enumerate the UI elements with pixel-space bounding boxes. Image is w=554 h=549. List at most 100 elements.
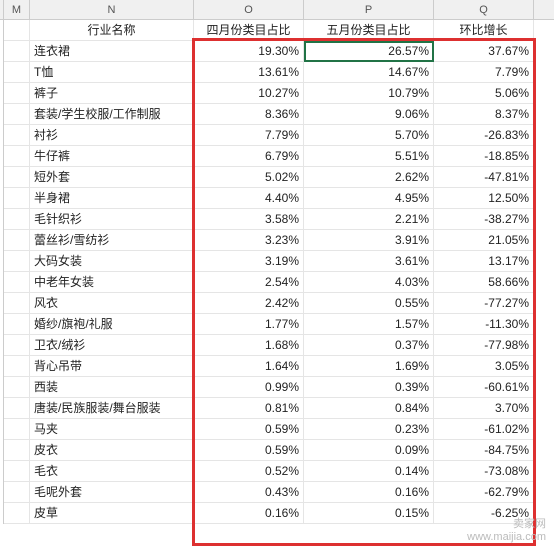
cell[interactable] [4,398,30,419]
cell-april[interactable]: 2.42% [194,293,304,314]
cell-name[interactable]: 蕾丝衫/雪纺衫 [30,230,194,251]
cell-name[interactable]: 背心吊带 [30,356,194,377]
cell-april[interactable]: 7.79% [194,125,304,146]
col-header-N[interactable]: N [30,0,194,19]
cell-growth[interactable]: 37.67% [434,41,534,62]
cell[interactable] [4,293,30,314]
cell-may[interactable]: 0.37% [304,335,434,356]
cell-growth[interactable]: -62.79% [434,482,534,503]
cell-name[interactable]: 毛针织衫 [30,209,194,230]
cell[interactable] [4,482,30,503]
cell-growth[interactable]: -38.27% [434,209,534,230]
cell-growth[interactable]: -77.98% [434,335,534,356]
cell-may[interactable]: 3.91% [304,230,434,251]
cell[interactable] [4,125,30,146]
cell-may[interactable]: 4.03% [304,272,434,293]
cell-april[interactable]: 3.58% [194,209,304,230]
cell[interactable] [4,440,30,461]
cell-growth[interactable]: 13.17% [434,251,534,272]
cell[interactable] [4,503,30,524]
cell[interactable] [4,146,30,167]
cell-name[interactable]: 卫衣/绒衫 [30,335,194,356]
cell-growth[interactable]: -61.02% [434,419,534,440]
cell-name[interactable]: 马夹 [30,419,194,440]
cell-april[interactable]: 0.52% [194,461,304,482]
cell-april[interactable]: 19.30% [194,41,304,62]
cell[interactable] [4,209,30,230]
cell-may[interactable]: 10.79% [304,83,434,104]
cell-may[interactable]: 0.84% [304,398,434,419]
cell-name[interactable]: 皮衣 [30,440,194,461]
cell-april[interactable]: 13.61% [194,62,304,83]
cell-name[interactable]: 皮草 [30,503,194,524]
cell[interactable] [4,20,30,41]
cell-april[interactable]: 8.36% [194,104,304,125]
cell-may[interactable]: 1.57% [304,314,434,335]
spreadsheet-grid[interactable]: 行业名称 四月份类目占比 五月份类目占比 环比增长 连衣裙19.30%26.57… [0,20,554,524]
col-header-O[interactable]: O [194,0,304,19]
cell-april[interactable]: 0.59% [194,440,304,461]
cell-may[interactable]: 1.69% [304,356,434,377]
cell[interactable] [4,335,30,356]
cell-may[interactable]: 9.06% [304,104,434,125]
cell-growth[interactable]: -11.30% [434,314,534,335]
cell[interactable] [4,230,30,251]
cell-growth[interactable]: 3.70% [434,398,534,419]
cell-may[interactable]: 4.95% [304,188,434,209]
cell-growth[interactable]: 58.66% [434,272,534,293]
cell-april[interactable]: 0.43% [194,482,304,503]
cell-growth[interactable]: 7.79% [434,62,534,83]
cell[interactable] [4,41,30,62]
col-header-Q[interactable]: Q [434,0,534,19]
cell-may[interactable]: 0.16% [304,482,434,503]
cell-name[interactable]: 大码女装 [30,251,194,272]
cell-name[interactable]: 半身裙 [30,188,194,209]
header-growth[interactable]: 环比增长 [434,20,534,41]
cell-name[interactable]: 套装/学生校服/工作制服 [30,104,194,125]
cell-growth[interactable]: 3.05% [434,356,534,377]
cell-april[interactable]: 1.68% [194,335,304,356]
cell-may[interactable]: 0.39% [304,377,434,398]
cell-may[interactable]: 2.62% [304,167,434,188]
cell-name[interactable]: T恤 [30,62,194,83]
cell-growth[interactable]: 12.50% [434,188,534,209]
cell[interactable] [4,62,30,83]
col-header-P[interactable]: P [304,0,434,19]
cell-name[interactable]: 短外套 [30,167,194,188]
header-may[interactable]: 五月份类目占比 [304,20,434,41]
cell-may[interactable]: 0.14% [304,461,434,482]
cell-april[interactable]: 2.54% [194,272,304,293]
cell[interactable] [4,188,30,209]
header-name[interactable]: 行业名称 [30,20,194,41]
cell-name[interactable]: 婚纱/旗袍/礼服 [30,314,194,335]
cell-may[interactable]: 5.51% [304,146,434,167]
cell-april[interactable]: 0.81% [194,398,304,419]
cell-may[interactable]: 2.21% [304,209,434,230]
cell[interactable] [4,461,30,482]
cell-may[interactable]: 0.23% [304,419,434,440]
cell[interactable] [4,356,30,377]
cell-name[interactable]: 裤子 [30,83,194,104]
cell-april[interactable]: 3.23% [194,230,304,251]
cell-growth[interactable]: -47.81% [434,167,534,188]
cell[interactable] [4,167,30,188]
cell-april[interactable]: 10.27% [194,83,304,104]
cell[interactable] [4,419,30,440]
cell-growth[interactable]: -84.75% [434,440,534,461]
cell[interactable] [4,377,30,398]
cell-april[interactable]: 0.99% [194,377,304,398]
col-header-M[interactable]: M [4,0,30,19]
cell-may[interactable]: 5.70% [304,125,434,146]
header-april[interactable]: 四月份类目占比 [194,20,304,41]
cell-name[interactable]: 唐装/民族服装/舞台服装 [30,398,194,419]
cell-may[interactable]: 3.61% [304,251,434,272]
cell-april[interactable]: 3.19% [194,251,304,272]
cell-may[interactable]: 0.15% [304,503,434,524]
cell-name[interactable]: 毛呢外套 [30,482,194,503]
cell-growth[interactable]: -18.85% [434,146,534,167]
cell-growth[interactable]: 8.37% [434,104,534,125]
cell-name[interactable]: 风衣 [30,293,194,314]
cell-growth[interactable]: 21.05% [434,230,534,251]
cell-growth[interactable]: -26.83% [434,125,534,146]
cell-growth[interactable]: 5.06% [434,83,534,104]
